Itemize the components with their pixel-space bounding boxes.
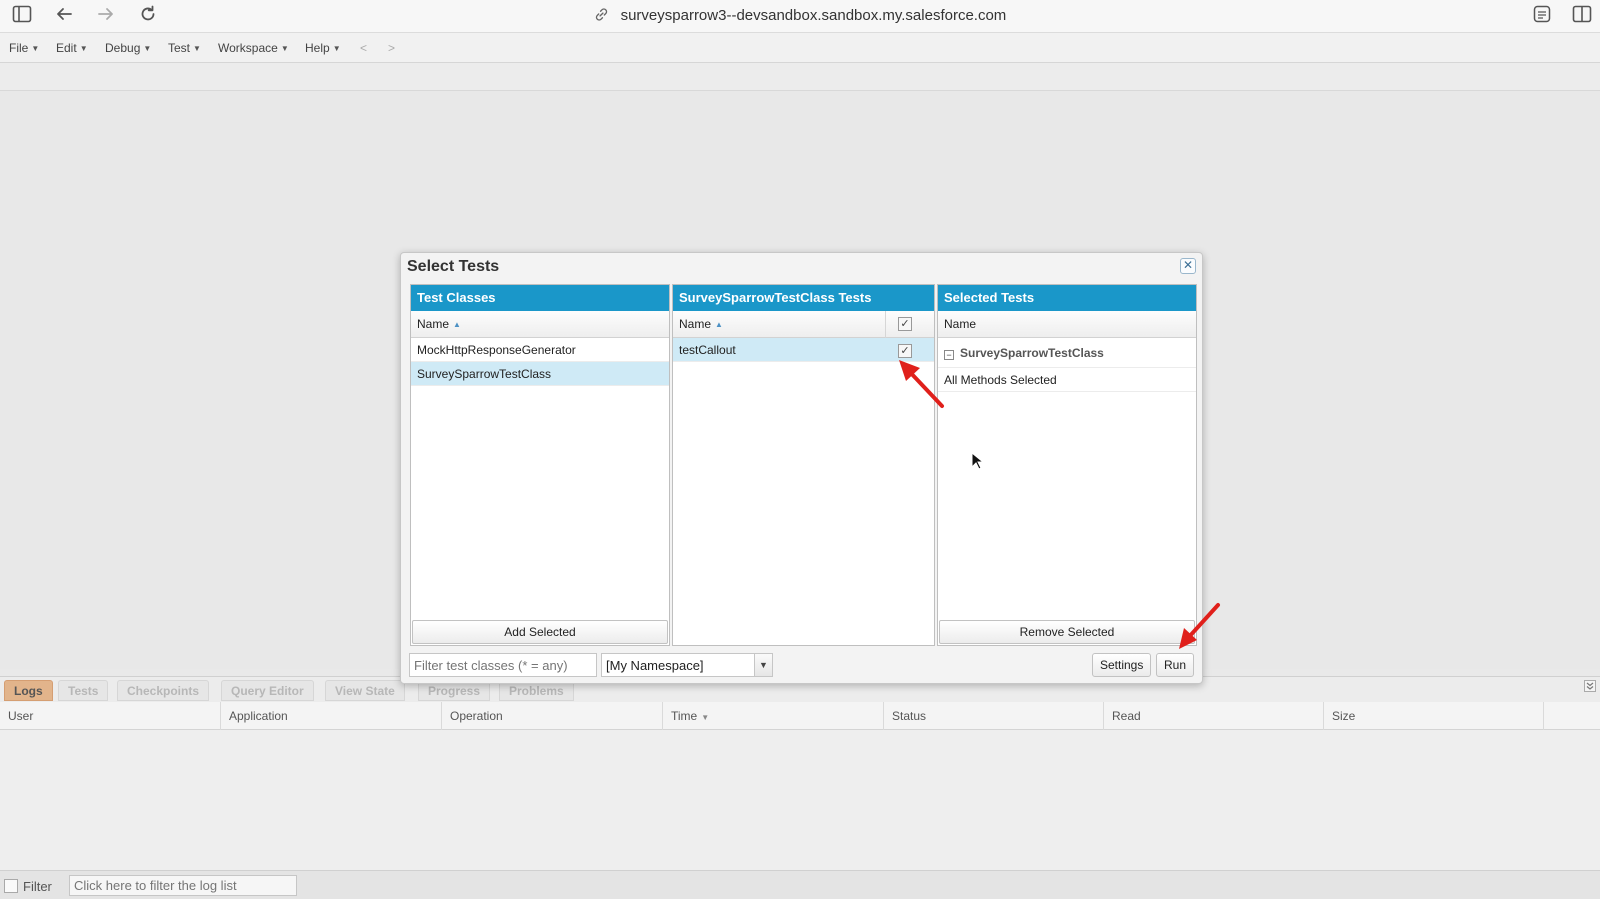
list-item[interactable]: SurveySparrowTestClass	[411, 362, 669, 386]
column-read[interactable]: Read	[1104, 702, 1324, 730]
add-selected-button[interactable]: Add Selected	[412, 620, 668, 644]
close-icon[interactable]: ✕	[1180, 258, 1196, 274]
test-checkbox[interactable]: ✓	[898, 344, 912, 358]
sort-up-icon: ▲	[715, 320, 723, 329]
dialog-title: Select Tests	[407, 258, 500, 275]
log-list	[0, 730, 1600, 870]
filter-test-classes-input[interactable]	[409, 653, 597, 677]
nav-forward-button[interactable]: >	[388, 41, 395, 55]
caret-down-icon: ▼	[79, 44, 88, 53]
panel-header: Selected Tests	[938, 285, 1196, 311]
menu-label: Debug	[105, 41, 141, 55]
caret-down-icon: ▼	[31, 44, 40, 53]
menu-label: Help	[305, 41, 330, 55]
namespace-value: [My Namespace]	[606, 658, 704, 673]
column-time[interactable]: Time ▼	[663, 702, 884, 730]
settings-button[interactable]: Settings	[1092, 653, 1152, 677]
panel-header: SurveySparrowTestClass Tests	[673, 285, 934, 311]
caret-down-icon: ▼	[143, 44, 152, 53]
menu-file[interactable]: File ▼	[9, 41, 39, 55]
menu-label: File	[9, 41, 29, 55]
filter-label: Filter	[23, 879, 52, 894]
log-table-header: User Application Operation Time ▼ Status …	[0, 702, 1600, 730]
column-label: Name	[417, 317, 450, 331]
column-status[interactable]: Status	[884, 702, 1104, 730]
menu-label: Workspace	[218, 41, 278, 55]
column-divider	[885, 311, 886, 338]
mouse-cursor-icon	[971, 452, 983, 470]
address-bar[interactable]: surveysparrow3--devsandbox.sandbox.my.sa…	[0, 7, 1600, 24]
sort-down-icon: ▼	[701, 713, 710, 722]
browser-toolbar: surveysparrow3--devsandbox.sandbox.my.sa…	[0, 0, 1600, 33]
menu-debug[interactable]: Debug ▼	[105, 41, 151, 55]
chevron-down-icon[interactable]: ▼	[754, 654, 772, 676]
caret-down-icon: ▼	[280, 44, 289, 53]
url-text: surveysparrow3--devsandbox.sandbox.my.sa…	[620, 7, 1007, 24]
filter-checkbox[interactable]	[4, 879, 18, 893]
test-method-name: testCallout	[679, 343, 736, 357]
link-icon	[594, 7, 613, 23]
menu-test[interactable]: Test ▼	[168, 41, 201, 55]
select-tests-dialog: Select Tests ✕ Test Classes Name ▲ MockHt…	[400, 252, 1203, 684]
name-column-header[interactable]: Name	[938, 311, 1196, 338]
log-filter-bar: Filter	[0, 870, 1600, 899]
list-item[interactable]: testCallout ✓	[673, 338, 934, 362]
list-item[interactable]: MockHttpResponseGenerator	[411, 338, 669, 362]
class-tests-panel: SurveySparrowTestClass Tests Name ▲ ✓ test…	[672, 284, 935, 646]
menu-label: Test	[168, 41, 191, 55]
menu-bar: File ▼ Edit ▼ Debug ▼ Test ▼ Workspace ▼ Help…	[0, 33, 1600, 63]
test-classes-panel: Test Classes Name ▲ MockHttpResponseGener…	[410, 284, 670, 646]
column-label: Time	[671, 709, 698, 723]
run-button[interactable]: Run	[1156, 653, 1195, 677]
group-row[interactable]: − SurveySparrowTestClass	[938, 338, 1196, 368]
namespace-select[interactable]: [My Namespace] ▼	[601, 653, 773, 677]
split-view-icon[interactable]	[1571, 5, 1593, 27]
menu-workspace[interactable]: Workspace ▼	[218, 41, 289, 55]
tab-view-state[interactable]: View State	[325, 680, 405, 701]
reader-icon[interactable]	[1531, 5, 1553, 27]
caret-down-icon: ▼	[332, 44, 341, 53]
menu-edit[interactable]: Edit ▼	[56, 41, 88, 55]
name-column-header[interactable]: Name ▲ ✓	[673, 311, 934, 338]
collapse-icon[interactable]: −	[944, 350, 954, 360]
tab-query-editor[interactable]: Query Editor	[221, 680, 314, 701]
tab-checkpoints[interactable]: Checkpoints	[117, 680, 210, 701]
name-column-header[interactable]: Name ▲	[411, 311, 669, 338]
collapse-panel-icon[interactable]	[1584, 680, 1596, 695]
sort-up-icon: ▲	[453, 320, 461, 329]
list-item[interactable]: All Methods Selected	[938, 368, 1196, 392]
caret-down-icon: ▼	[193, 44, 201, 53]
menu-help[interactable]: Help ▼	[305, 41, 341, 55]
column-application[interactable]: Application	[221, 702, 442, 730]
group-label: SurveySparrowTestClass	[960, 346, 1104, 360]
panel-header: Test Classes	[411, 285, 669, 311]
column-size[interactable]: Size	[1324, 702, 1544, 730]
column-label: Name	[679, 317, 712, 331]
column-user[interactable]: User	[0, 702, 221, 730]
editor-toolbar	[0, 63, 1600, 91]
tab-logs[interactable]: Logs	[4, 680, 53, 701]
nav-back-button[interactable]: <	[360, 41, 367, 55]
log-filter-input[interactable]	[69, 875, 297, 896]
select-all-checkbox[interactable]: ✓	[898, 317, 912, 331]
remove-selected-button[interactable]: Remove Selected	[939, 620, 1195, 644]
column-operation[interactable]: Operation	[442, 702, 663, 730]
menu-label: Edit	[56, 41, 77, 55]
tab-tests[interactable]: Tests	[58, 680, 109, 701]
